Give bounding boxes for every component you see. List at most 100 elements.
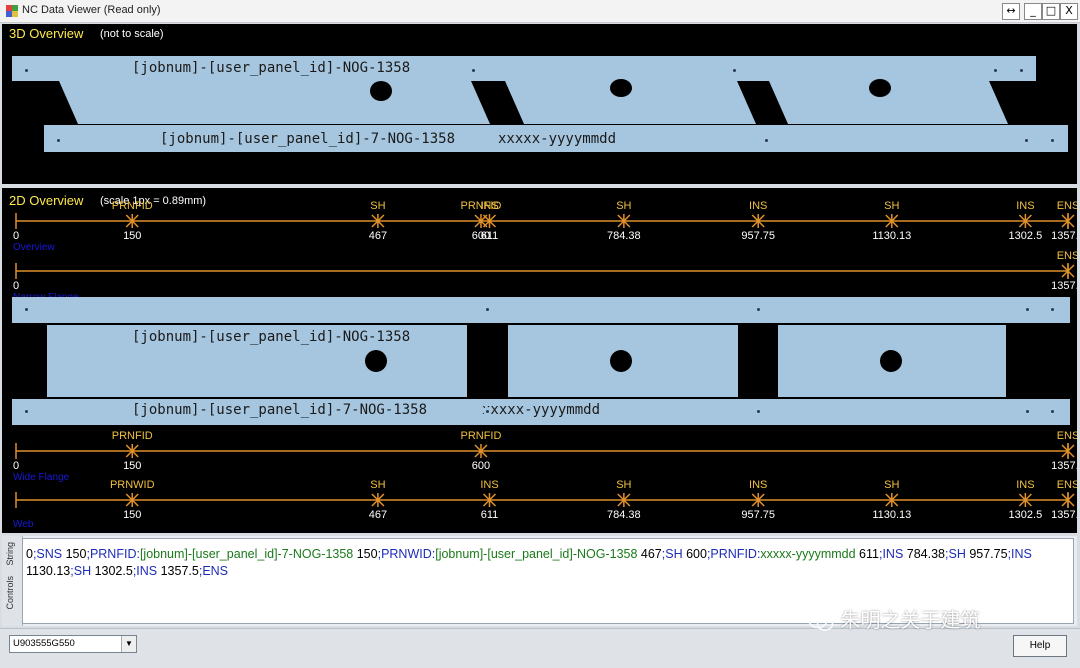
bolt-hole-icon [22,305,30,313]
flange-label-3d: [jobnum]-[user_panel_id]-7-NOG-1358 [160,131,456,147]
ruler-tick-code: PRNFID [112,430,153,442]
window-title: NC Data Viewer (Read only) [22,4,161,16]
bolt-hole-icon [22,407,30,415]
service-hole-icon [365,350,387,372]
ruler-tick-value: 1357.5 [1051,230,1077,242]
ruler-tick-value: 611 [481,230,499,242]
ruler-name-wide-flange: Wide Flange [13,472,70,483]
ruler-name-web: Web [13,519,34,530]
ruler-tick-code: INS [749,200,767,212]
ruler-tick-code: SH [884,479,899,491]
chevron-down-icon[interactable]: ▼ [121,636,136,652]
ruler-tick-value: 611 [481,509,499,521]
close-button[interactable]: X [1060,3,1078,20]
nc-token-num: 1302.5 [94,564,133,578]
flange-label-2d: [jobnum]-[user_panel_id]-7-NOG-1358 [132,402,428,418]
app-icon [6,5,18,17]
minimize-button[interactable]: _ [1024,3,1042,20]
web-label-3d: [jobnum]-[user_panel_id]-NOG-1358 [132,60,411,76]
nc-token-code: ;SH [70,564,95,578]
ruler-tick-code: INS [480,479,498,491]
narrow-flange-2d [12,297,1070,323]
nc-token-code: ;INS [878,547,907,561]
nc-token-code: ;PRNFID: [86,547,140,561]
ruler-tick-value: 1130.13 [872,230,911,242]
bolt-hole-icon [730,66,738,74]
nc-token-val: [jobnum]-[user_panel_id]-NOG-1358 [435,547,641,561]
ruler-tick-code: PRNFID [112,200,153,212]
watermark: 朱明之关于建筑 [808,604,1058,636]
ruler-tick-code: INS [1016,479,1034,491]
nc-token-code: ;SH [661,547,687,561]
bolt-hole-icon [754,305,762,313]
wechat-logo-icon [808,611,834,631]
date-label-2d: xxxxx-yyyymmdd [482,402,601,418]
ruler-tick-code: SH [370,479,385,491]
date-label-3d: xxxxx-yyyymmdd [498,131,617,147]
side-tab-strip: String Controls [2,536,23,626]
bolt-hole-icon [1048,407,1056,415]
ruler-tick-code: ENS [1057,479,1077,491]
nc-token-code: ;SNS [32,547,66,561]
ruler-tick-value: 467 [369,230,387,242]
nc-token-num: 1130.13 [26,564,71,578]
ruler-tick-value: 957.75 [741,230,775,242]
ruler-tick-value: 0 [13,460,19,472]
nc-string-text: 0;SNS 150;PRNFID:[jobnum]-[user_panel_id… [26,546,1070,580]
resize-button[interactable]: ↔ [1002,3,1020,20]
nc-token-val: xxxxx-yyyymmdd [760,547,860,561]
bolt-hole-icon [754,407,762,415]
profile-select-value: U903555G550 [13,638,75,649]
profile-select[interactable]: U903555G550 ▼ [9,635,137,653]
bolt-hole-icon [762,136,770,144]
ruler-tick-value: 1357.5 [1051,460,1077,472]
ruler-tick-value: 1357.5 [1051,509,1077,521]
bolt-hole-icon [1048,305,1056,313]
bolt-hole-icon [1017,66,1025,74]
ruler-tick-value: 150 [123,509,141,521]
ruler-tick-value: 1302.5 [1009,509,1043,521]
bolt-hole-icon [22,66,30,74]
nc-token-num: 467 [640,547,662,561]
nc-token-num: 150 [356,547,378,561]
bolt-hole-icon [1022,136,1030,144]
overview-3d-panel: 3D Overview (not to scale) [jobnum]-[use… [2,24,1077,184]
watermark-text: 朱明之关于建筑 [840,608,981,632]
ruler-tick-value: 1130.13 [872,509,911,521]
bolt-hole-icon [469,66,477,74]
ruler-tick-code: SH [884,200,899,212]
nc-token-code: ;INS [1007,547,1032,561]
ruler-tick-code: INS [749,479,767,491]
bolt-hole-icon [1023,407,1031,415]
nc-token-num: 0 [26,547,33,561]
ruler-tick-code: ENS [1057,430,1077,442]
web-label-2d: [jobnum]-[user_panel_id]-NOG-1358 [132,329,411,345]
bolt-hole-icon [483,305,491,313]
help-button[interactable]: Help [1013,635,1067,657]
nc-token-val: [jobnum]-[user_panel_id]-7-NOG-1358 [139,547,357,561]
ruler-name-overview: Overview [13,242,55,253]
ruler-tick-code: PRNWID [110,479,155,491]
bolt-hole-icon [1023,305,1031,313]
tab-controls[interactable]: Controls [5,576,15,610]
maximize-button[interactable]: □ [1042,3,1060,20]
tab-string[interactable]: String [5,542,15,566]
bolt-hole-icon [483,407,491,415]
service-hole-icon [880,350,902,372]
ruler-tick-code: INS [1016,200,1034,212]
ruler-tick-value: 600 [472,460,490,472]
ruler-tick-value: 784.38 [607,509,641,521]
ruler-tick-value: 0 [13,280,19,292]
ruler-tick-value: 957.75 [741,509,775,521]
ruler-tick-code: ENS [1057,250,1077,262]
ruler-tick-value: 467 [369,509,387,521]
window-title-bar[interactable]: NC Data Viewer (Read only) ↔ _ □ X [0,0,1080,23]
nc-token-code: ;SH [945,547,970,561]
ruler-tick-value: 150 [123,460,141,472]
service-hole-icon [610,350,632,372]
ruler-tick-code: PRNFID [460,430,501,442]
nc-token-num: 150 [65,547,87,561]
overview-2d-panel: 2D Overview (scale 1px = 0.89mm) 0 PRNFID… [2,188,1077,533]
nc-token-code: ;PRNWID: [377,547,436,561]
ruler-tick-code: INS [480,200,498,212]
